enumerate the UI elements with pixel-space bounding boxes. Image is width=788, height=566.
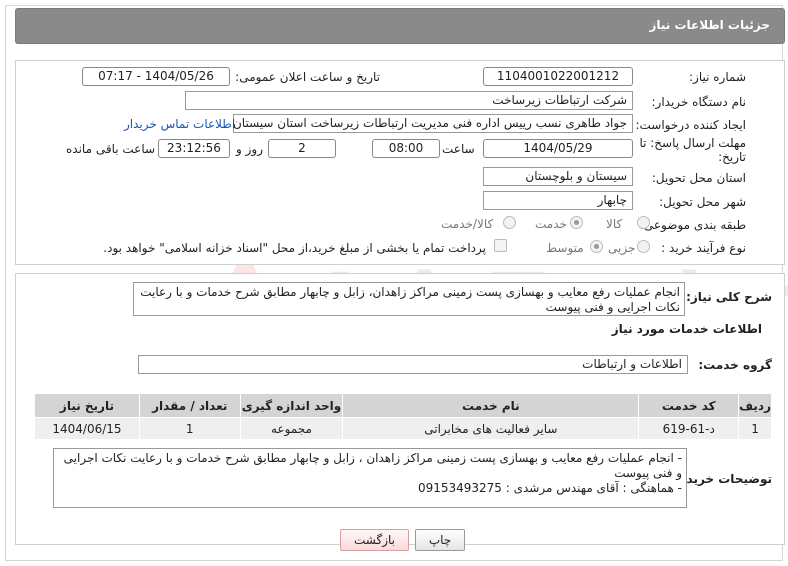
category-option-goods: کالا — [606, 217, 623, 231]
category-option-service: خدمت — [535, 217, 567, 231]
buyer-notes-textarea: - انجام عملیات رفع معایب و بهسازی پست زم… — [53, 448, 687, 508]
province-label: استان محل تحویل: — [651, 171, 746, 185]
table-header-row: ردیف کد خدمت نام خدمت واحد اندازه گیری ت… — [34, 393, 772, 418]
process-option-minor: جزیی — [608, 241, 636, 255]
col-header-need-date: تاریخ نیاز — [34, 393, 140, 418]
payment-note: پرداخت تمام یا بخشی از مبلغ خرید،از محل … — [103, 241, 486, 255]
city-field: چابهار — [483, 191, 633, 210]
announce-label: تاریخ و ساعت اعلان عمومی: — [235, 70, 380, 84]
category-radio-goods-service[interactable] — [503, 216, 516, 229]
col-header-unit: واحد اندازه گیری — [239, 393, 344, 418]
table-row: 1 د-61-619 سایر فعالیت های مخابراتی مجمو… — [34, 417, 772, 440]
title-bar: جزئیات اطلاعات نیاز — [15, 8, 785, 44]
buyer-notes-line-2: - هماهنگی : آقای مهندس مرشدی : 091534932… — [417, 481, 682, 495]
process-radio-minor[interactable] — [637, 240, 650, 253]
deadline-label-text: مهلت ارسال پاسخ: تا تاریخ: — [639, 136, 746, 164]
remaining-label: ساعت باقی مانده — [66, 142, 156, 156]
col-header-row-number: ردیف — [738, 393, 772, 418]
cell-service-code: د-61-619 — [638, 417, 740, 440]
buyer-notes-line-1: - انجام عملیات رفع معایب و بهسازی پست زم… — [63, 451, 682, 480]
days-field: 2 — [268, 139, 336, 158]
service-group-label: گروه خدمت: — [698, 358, 772, 372]
page-title: جزئیات اطلاعات نیاز — [649, 18, 770, 32]
province-field: سیستان و بلوچستان — [483, 167, 633, 186]
cell-quantity: 1 — [138, 417, 241, 440]
col-header-service-name: نام خدمت — [342, 393, 640, 418]
process-option-medium: متوسط — [546, 241, 584, 255]
summary-textarea: انجام عملیات رفع معایب و بهسازی پست زمین… — [133, 282, 685, 316]
days-label: روز و — [236, 142, 263, 156]
requester-field: جواد طاهری نسب رییس اداره فنی مدیریت ارت… — [233, 114, 633, 133]
deadline-label: مهلت ارسال پاسخ: تا تاریخ: — [636, 136, 746, 164]
deadline-time-field: 08:00 — [372, 139, 440, 158]
col-header-service-code: کد خدمت — [638, 393, 740, 418]
cell-service-name: سایر فعالیت های مخابراتی — [342, 417, 640, 440]
services-section-title: اطلاعات خدمات مورد نیاز — [611, 322, 762, 336]
category-label: طبقه بندی موضوعی: — [639, 218, 746, 232]
category-radio-service[interactable] — [570, 216, 583, 229]
time-label: ساعت — [442, 142, 475, 156]
category-option-goods-service: کالا/خدمت — [441, 217, 494, 231]
process-radio-medium[interactable] — [590, 240, 603, 253]
summary-label: شرح کلی نیاز: — [686, 290, 772, 304]
cell-need-date: 1404/06/15 — [34, 417, 140, 440]
treasury-payment-checkbox[interactable] — [494, 239, 507, 252]
category-radio-goods[interactable] — [637, 216, 650, 229]
buyer-org-field: شرکت ارتباطات زیرساخت — [185, 91, 633, 110]
contact-info-link[interactable]: اطلاعات تماس خریدار — [124, 117, 235, 131]
cell-row-number: 1 — [738, 417, 772, 440]
requester-label: ایجاد کننده درخواست: — [635, 118, 746, 132]
need-number-label: شماره نیاز: — [689, 70, 746, 84]
announce-field: 1404/05/26 - 07:17 — [82, 67, 230, 86]
back-button[interactable]: بازگشت — [340, 529, 409, 551]
need-number-field: 1104001022001212 — [483, 67, 633, 86]
cell-unit: مجموعه — [239, 417, 344, 440]
process-label: نوع فرآیند خرید : — [661, 241, 746, 255]
services-table: ردیف کد خدمت نام خدمت واحد اندازه گیری ت… — [34, 393, 772, 440]
buyer-org-label: نام دستگاه خریدار: — [651, 95, 747, 109]
print-button[interactable]: چاپ — [415, 529, 465, 551]
service-group-field: اطلاعات و ارتباطات — [138, 355, 688, 374]
deadline-date-field: 1404/05/29 — [483, 139, 633, 158]
city-label: شهر محل تحویل: — [659, 195, 746, 209]
col-header-quantity: تعداد / مقدار — [138, 393, 241, 418]
remaining-time-field: 23:12:56 — [158, 139, 230, 158]
